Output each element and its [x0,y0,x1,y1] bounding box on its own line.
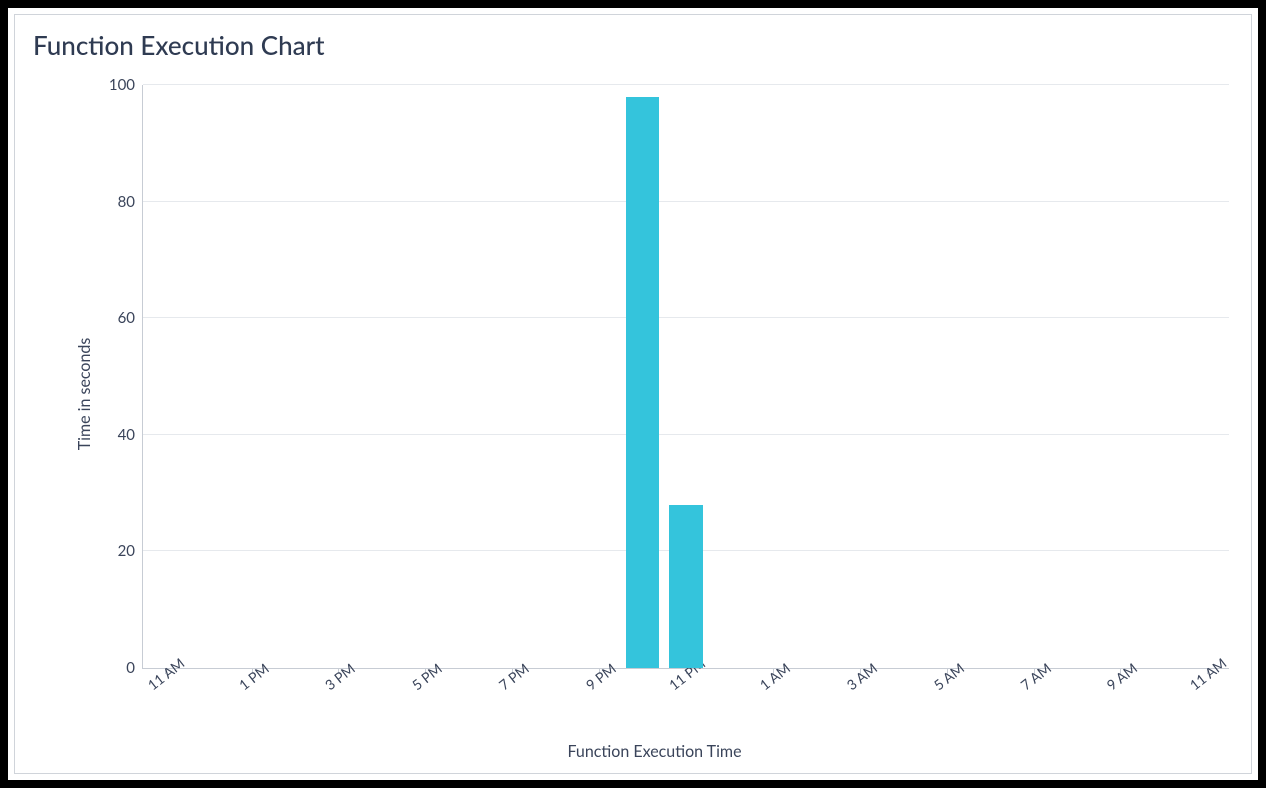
plot-region: 02040608010011 AM1 PM3 PM5 PM7 PM9 PM11 … [142,85,1229,669]
x-axis-label: Function Execution Time [70,742,1239,761]
gridline [143,84,1229,85]
x-tick-label: 11 AM [1186,654,1229,693]
x-tick-label: 5 PM [409,660,446,694]
x-tick-label: 5 AM [930,659,967,693]
chart-area: Time in seconds Function Execution Time … [70,85,1239,703]
y-tick-label: 20 [118,542,135,560]
x-tick-label: 1 PM [235,660,272,694]
chart-panel: Function Execution Chart Time in seconds… [14,14,1252,774]
y-tick-label: 0 [126,659,135,677]
bar [669,505,703,668]
y-tick-label: 80 [118,193,135,211]
gridline [143,201,1229,202]
x-tick-label: 7 AM [1017,659,1054,693]
x-tick-label: 1 AM [756,659,793,693]
chart-frame: Function Execution Chart Time in seconds… [0,0,1266,788]
y-tick-label: 40 [118,426,135,444]
chart-title: Function Execution Chart [15,15,1251,61]
x-tick-label: 7 PM [496,660,533,694]
y-axis-label: Time in seconds [75,338,94,451]
x-tick-label: 3 PM [322,660,359,694]
x-tick-label: 11 AM [144,654,187,693]
gridline [143,317,1229,318]
x-tick-label: 9 PM [583,660,620,694]
y-tick-label: 100 [109,76,135,94]
bar [626,97,660,668]
y-tick-label: 60 [118,309,135,327]
x-tick-label: 3 AM [843,659,880,693]
gridline [143,434,1229,435]
x-tick-label: 9 AM [1104,659,1141,693]
